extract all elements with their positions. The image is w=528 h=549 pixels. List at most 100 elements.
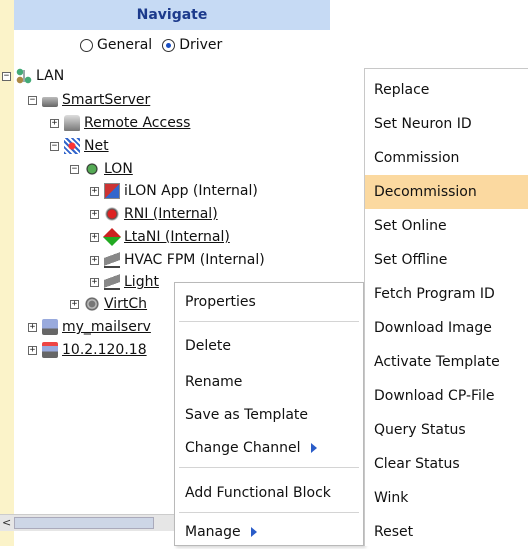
submenu-label: Activate Template [374, 354, 500, 370]
submenu-item-activate-template[interactable]: Activate Template [365, 345, 528, 379]
computer-icon [42, 342, 58, 358]
submenu-label: Set Offline [374, 252, 448, 268]
menu-item-change-channel[interactable]: Change Channel [175, 433, 363, 463]
scroll-left-arrow-icon[interactable]: < [2, 517, 12, 529]
menu-item-delete[interactable]: Delete [175, 331, 363, 361]
menu-item-manage[interactable]: Manage [175, 517, 363, 547]
tree-label-smartserver[interactable]: SmartServer [62, 92, 150, 108]
submenu-label: Set Neuron ID [374, 116, 472, 132]
menu-item-properties[interactable]: Properties [175, 287, 363, 317]
menu-label: Properties [185, 294, 256, 310]
radio-general-circle[interactable] [80, 38, 93, 52]
tree-label-ltani[interactable]: LtaNI (Internal) [124, 229, 230, 245]
tree-label-my-mailserver[interactable]: my_mailserv [62, 319, 151, 335]
collapse-icon[interactable]: − [70, 164, 79, 174]
virtual-channel-icon [84, 296, 100, 312]
expand-icon[interactable]: + [90, 209, 99, 219]
submenu-item-download-cp-file[interactable]: Download CP-File [365, 379, 528, 413]
submenu-item-commission[interactable]: Commission [365, 141, 528, 175]
device-icon [104, 252, 120, 268]
submenu-item-set-online[interactable]: Set Online [365, 209, 528, 243]
submenu-label: Download CP-File [374, 388, 495, 404]
ltani-device-icon [102, 227, 122, 247]
menu-item-save-as-template[interactable]: Save as Template [175, 400, 363, 430]
navigate-header: Navigate [14, 0, 330, 30]
tree-node-rni[interactable]: + RNI (Internal) [90, 204, 218, 224]
submenu-label: Set Online [374, 218, 447, 234]
computer-icon [42, 319, 58, 335]
menu-item-rename[interactable]: Rename [175, 367, 363, 397]
tree-node-virtch[interactable]: + VirtCh [70, 294, 147, 314]
rni-device-icon [104, 206, 120, 222]
submenu-item-replace[interactable]: Replace [365, 73, 528, 107]
submenu-item-set-neuron-id[interactable]: Set Neuron ID [365, 107, 528, 141]
expand-icon[interactable]: + [90, 232, 99, 242]
expand-icon[interactable]: + [70, 299, 79, 309]
tree-label-remote-access[interactable]: Remote Access [84, 115, 190, 131]
tree-node-ilon-app[interactable]: + iLON App (Internal) [90, 181, 258, 201]
tree-node-hvac-fpm[interactable]: + HVAC FPM (Internal) [90, 250, 265, 270]
tree-label-ilon-app[interactable]: iLON App (Internal) [124, 183, 258, 199]
tree-node-smartserver[interactable]: − SmartServer [28, 90, 150, 110]
manage-submenu: Replace Set Neuron ID Commission Decommi… [364, 68, 528, 546]
submenu-item-clear-status[interactable]: Clear Status [365, 447, 528, 481]
menu-label: Change Channel [185, 440, 301, 456]
tree-label-lan: LAN [36, 68, 65, 84]
expand-icon[interactable]: + [50, 118, 59, 128]
device-icon [104, 274, 120, 290]
submenu-label: Commission [374, 150, 460, 166]
menu-item-add-functional-block[interactable]: Add Functional Block [175, 478, 363, 508]
radio-driver-label: Driver [179, 37, 223, 53]
expand-icon[interactable]: + [90, 186, 99, 196]
tree-node-ip[interactable]: + 10.2.120.18 [28, 340, 147, 360]
radio-driver-circle[interactable] [162, 38, 176, 52]
submenu-item-set-offline[interactable]: Set Offline [365, 243, 528, 277]
submenu-label: Replace [374, 82, 430, 98]
submenu-item-reset[interactable]: Reset [365, 515, 528, 549]
submenu-item-download-image[interactable]: Download Image [365, 311, 528, 345]
submenu-label: Fetch Program ID [374, 286, 495, 302]
submenu-arrow-icon [250, 527, 257, 537]
remote-access-icon [64, 115, 80, 131]
tree-node-net[interactable]: − Net [50, 136, 109, 156]
tree-label-rni[interactable]: RNI (Internal) [124, 206, 218, 222]
scrollbar-thumb[interactable] [14, 517, 154, 529]
collapse-icon[interactable]: − [2, 71, 11, 81]
radio-general[interactable]: General [80, 37, 152, 53]
menu-label: Manage [185, 524, 241, 540]
expand-icon[interactable]: + [90, 255, 99, 265]
radio-driver[interactable]: Driver [162, 37, 222, 53]
submenu-item-wink[interactable]: Wink [365, 481, 528, 515]
collapse-icon[interactable]: − [50, 141, 59, 151]
tree-node-my-mailserver[interactable]: + my_mailserv [28, 317, 151, 337]
expand-icon[interactable]: + [28, 322, 37, 332]
tree-label-net[interactable]: Net [84, 138, 109, 154]
expand-icon[interactable]: + [28, 345, 37, 355]
menu-label: Add Functional Block [185, 485, 331, 501]
tree-node-remote-access[interactable]: + Remote Access [50, 113, 190, 133]
submenu-label: Wink [374, 490, 409, 506]
expand-icon[interactable]: + [90, 277, 99, 287]
tree-node-light[interactable]: + Light [90, 272, 159, 292]
tree-label-virtch[interactable]: VirtCh [104, 296, 147, 312]
tree-label-light[interactable]: Light [124, 274, 159, 290]
submenu-label: Query Status [374, 422, 466, 438]
menu-label: Rename [185, 374, 243, 390]
tree-label-hvac-fpm[interactable]: HVAC FPM (Internal) [124, 252, 265, 268]
tree-node-ltani[interactable]: + LtaNI (Internal) [90, 227, 230, 247]
tree-node-lon[interactable]: − LON [70, 159, 133, 179]
menu-separator [179, 512, 359, 513]
menu-separator [179, 467, 359, 468]
tree-label-lon[interactable]: LON [104, 161, 133, 177]
menu-label: Delete [185, 338, 231, 354]
submenu-arrow-icon [310, 443, 317, 453]
submenu-label: Decommission [374, 184, 477, 200]
submenu-label: Clear Status [374, 456, 460, 472]
collapse-icon[interactable]: − [28, 95, 37, 105]
tree-node-lan[interactable]: − LAN [2, 66, 64, 86]
submenu-item-fetch-program-id[interactable]: Fetch Program ID [365, 277, 528, 311]
submenu-item-query-status[interactable]: Query Status [365, 413, 528, 447]
submenu-item-decommission[interactable]: Decommission [365, 175, 528, 209]
tree-label-ip[interactable]: 10.2.120.18 [62, 342, 147, 358]
horizontal-scrollbar[interactable]: < [0, 514, 178, 531]
